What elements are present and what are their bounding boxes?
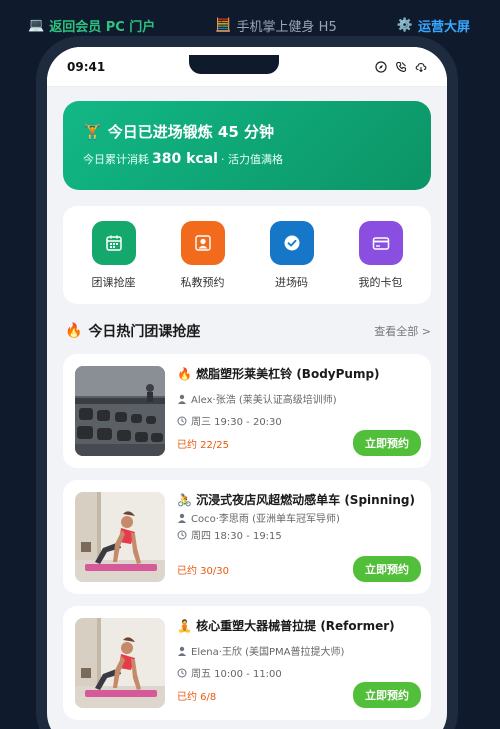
course-time: 周四 18:30 - 19:15 [177,527,421,542]
back-to-pc-portal-link[interactable]: 💻 返回会员 PC 门户 [28,16,155,35]
user-icon [178,394,186,404]
quick-action-personal-trainer[interactable]: 私教预约 [163,220,243,290]
course-time: 周五 10:00 - 11:00 [177,665,421,680]
view-all-link[interactable]: 查看全部 > [374,323,431,339]
notch [189,55,279,74]
card-icon [358,220,403,265]
course-footer: 已约 22/25 立即预约 [177,430,421,456]
course-info: 🚴 沉浸式夜店风超燃动感单车 (Spinning) Coco·李思雨 (亚洲单车… [177,492,421,582]
course-coach: Coco·李思雨 (亚洲单车冠军导师) [177,510,421,525]
course-title-text: 核心重塑大器械普拉提 (Reformer) [196,619,395,633]
course-coach: Elena·王欣 (美国PMA普拉提大师) [177,643,421,658]
phone-screen: 09:41 🏋️ 今日已进场锻炼 45 分钟 今日累计消耗 380 kcal ·… [47,47,447,729]
booked-count: 已约 6/8 [177,691,217,703]
quick-action-label: 进场码 [275,275,308,289]
course-image [75,492,165,582]
hero-sub-suffix: · 活力值满格 [220,153,283,166]
cloud-icon [415,62,427,72]
back-label: 返回会员 PC 门户 [49,19,156,35]
section-title-text: 今日热门团课抢座 [88,324,201,340]
hero-kcal: 380 kcal [152,151,218,167]
hero-title-row: 🏋️ 今日已进场锻炼 45 分钟 [83,121,411,142]
quick-action-label: 私教预约 [180,275,225,289]
dumbbell-icon: 🏋️ [83,122,102,141]
book-now-button[interactable]: 立即预约 [353,682,421,708]
course-title-text: 燃脂塑形莱美杠铃 (BodyPump) [196,367,380,381]
course-title: 🔥 燃脂塑形莱美杠铃 (BodyPump) [177,366,421,382]
book-now-button[interactable]: 立即预约 [353,430,421,456]
course-title: 🧘 核心重塑大器械普拉提 (Reformer) [177,618,421,634]
coach-name: Coco·李思雨 (亚洲单车冠军导师) [191,514,340,525]
hero-sub-prefix: 今日累计消耗 [83,153,149,166]
hero-subtitle: 今日累计消耗 380 kcal · 活力值满格 [83,151,411,167]
course-time-text: 周三 19:30 - 20:30 [191,417,282,428]
course-info: 🔥 燃脂塑形莱美杠铃 (BodyPump) Alex·张浩 (莱美认证高级培训师… [177,366,421,456]
check-circle-icon [269,220,314,265]
coach-name: Elena·王欣 (美国PMA普拉提大师) [191,647,345,658]
booked-count: 已约 22/25 [177,439,229,451]
quick-action-group-class[interactable]: 团课抢座 [74,220,154,290]
hot-classes-header: 🔥 今日热门团课抢座 查看全部 > [65,321,431,341]
meditation-icon: 🧘 [177,619,192,633]
course-card[interactable]: 🚴 沉浸式夜店风超燃动感单车 (Spinning) Coco·李思雨 (亚洲单车… [63,480,431,594]
quick-action-entry-code[interactable]: 进场码 [252,220,332,290]
coach-name: Alex·张浩 (莱美认证高级培训师) [191,395,337,406]
course-image [75,618,165,708]
clock-icon [177,668,187,677]
gear-icon: ⚙️ [396,17,413,33]
course-footer: 已约 30/30 立即预约 [177,556,421,582]
user-icon [178,513,186,523]
hero-title: 今日已进场锻炼 45 分钟 [107,123,275,141]
clock-icon [177,416,187,425]
laptop-icon: 💻 [28,17,45,33]
h5-label: 手机掌上健身 H5 [236,19,337,35]
cyclist-icon: 🚴 [177,493,192,507]
status-icons [375,60,427,73]
abacus-icon: 🧮 [215,17,232,33]
user-icon [178,646,186,656]
course-coach: Alex·张浩 (莱美认证高级培训师) [177,391,421,406]
mobile-h5-link[interactable]: 🧮 手机掌上健身 H5 [215,16,336,35]
ops-dashboard-link[interactable]: ⚙️ 运营大屏 [397,16,470,35]
person-icon [180,220,225,265]
phone-icon [396,61,407,72]
clock-icon [177,530,187,539]
workout-summary-banner: 🏋️ 今日已进场锻炼 45 分钟 今日累计消耗 380 kcal · 活力值满格 [63,101,431,190]
course-card[interactable]: 🔥 燃脂塑形莱美杠铃 (BodyPump) Alex·张浩 (莱美认证高级培训师… [63,354,431,468]
quick-action-card-wallet[interactable]: 我的卡包 [341,220,421,290]
status-time: 09:41 [67,59,106,74]
course-time-text: 周五 10:00 - 11:00 [191,669,282,680]
course-footer: 已约 6/8 立即预约 [177,682,421,708]
fire-icon: 🔥 [65,323,83,339]
fire-icon: 🔥 [177,367,192,381]
course-image [75,366,165,456]
course-title: 🚴 沉浸式夜店风超燃动感单车 (Spinning) [177,492,421,508]
course-card[interactable]: 🧘 核心重塑大器械普拉提 (Reformer) Elena·王欣 (美国PMA普… [63,606,431,720]
compass-icon [375,60,387,73]
quick-actions: 团课抢座 私教预约 进场码 我的卡包 [63,206,431,304]
course-title-text: 沉浸式夜店风超燃动感单车 (Spinning) [196,493,415,507]
course-time: 周三 19:30 - 20:30 [177,413,421,428]
quick-action-label: 我的卡包 [358,275,403,289]
course-time-text: 周四 18:30 - 19:15 [191,531,282,542]
book-now-button[interactable]: 立即预约 [353,556,421,582]
screen-label: 运营大屏 [417,19,470,35]
course-info: 🧘 核心重塑大器械普拉提 (Reformer) Elena·王欣 (美国PMA普… [177,618,421,708]
status-bar: 09:41 [47,47,447,87]
calendar-icon [91,220,136,265]
section-title: 🔥 今日热门团课抢座 [65,321,200,341]
quick-action-label: 团课抢座 [91,275,136,289]
booked-count: 已约 30/30 [177,565,229,577]
